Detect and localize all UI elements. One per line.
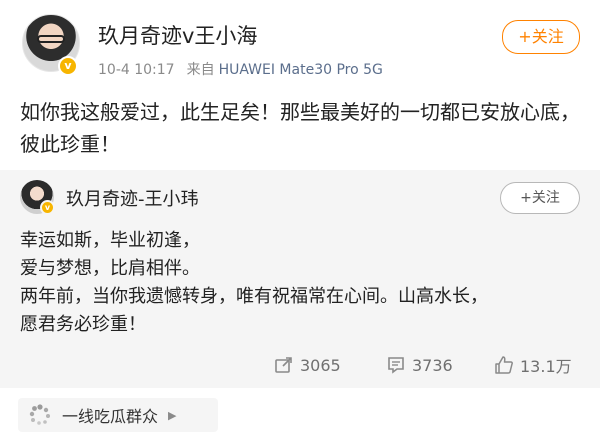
topic-chip[interactable]: 一线吃瓜群众 ▶ <box>18 398 218 432</box>
author-name[interactable]: 玖月奇迹v王小海 <box>98 20 257 50</box>
repost-author-name[interactable]: 玖月奇迹-王小玮 <box>66 185 199 211</box>
repost-text-line: 两年前，当你我遗憾转身，唯有祝福常在心间。山高水长， <box>20 286 488 307</box>
post-meta: 10-4 10:17 来自 HUAWEI Mate30 Pro 5G <box>98 59 383 79</box>
repost-count: 3065 <box>300 355 341 375</box>
repost-count-button[interactable]: 3065 <box>274 350 341 380</box>
like-count: 13.1万 <box>520 357 572 376</box>
topic-label: 一线吃瓜群众 <box>62 407 159 426</box>
post-timestamp: 10-4 10:17 <box>98 62 175 78</box>
like-count-button[interactable]: 13.1万 <box>494 350 572 380</box>
follow-button[interactable]: +关注 <box>502 20 580 54</box>
device-name[interactable]: HUAWEI Mate30 Pro 5G <box>219 62 383 78</box>
thumbs-up-icon <box>495 356 513 374</box>
share-icon <box>275 357 292 373</box>
verified-badge-icon: v <box>58 56 78 76</box>
repost-text-line: 爱与梦想，比肩相伴。 <box>20 258 200 279</box>
comment-count: 3736 <box>412 355 453 375</box>
repost-card[interactable]: v 玖月奇迹-王小玮 +关注 幸运如斯，毕业初逢， 爱与梦想，比肩相伴。 两年前… <box>0 170 600 388</box>
glasses-shape <box>37 35 65 43</box>
chevron-right-icon: ▶ <box>168 408 177 422</box>
comment-count-button[interactable]: 3736 <box>386 350 453 380</box>
repost-text-line: 幸运如斯，毕业初逢， <box>20 230 200 251</box>
repost-text-line: 愿君务必珍重！ <box>20 314 146 335</box>
post-text: 如你我这般爱过，此生足矣！那些最美好的一切都已安放心底，彼此珍重！ <box>20 100 580 156</box>
repost-verified-icon: v <box>40 200 55 215</box>
repost-text: 幸运如斯，毕业初逢， 爱与梦想，比肩相伴。 两年前，当你我遗憾转身，唯有祝福常在… <box>20 227 585 339</box>
post-header: v 玖月奇迹v王小海 10-4 10:17 来自 HUAWEI Mate30 Pro… <box>0 0 600 92</box>
repost-follow-button[interactable]: +关注 <box>500 182 580 214</box>
repost-stats: 3065 3736 13.1万 <box>0 350 600 380</box>
source-prefix: 来自 <box>186 62 215 78</box>
loading-dots-icon <box>29 404 50 425</box>
comment-icon <box>388 357 404 374</box>
